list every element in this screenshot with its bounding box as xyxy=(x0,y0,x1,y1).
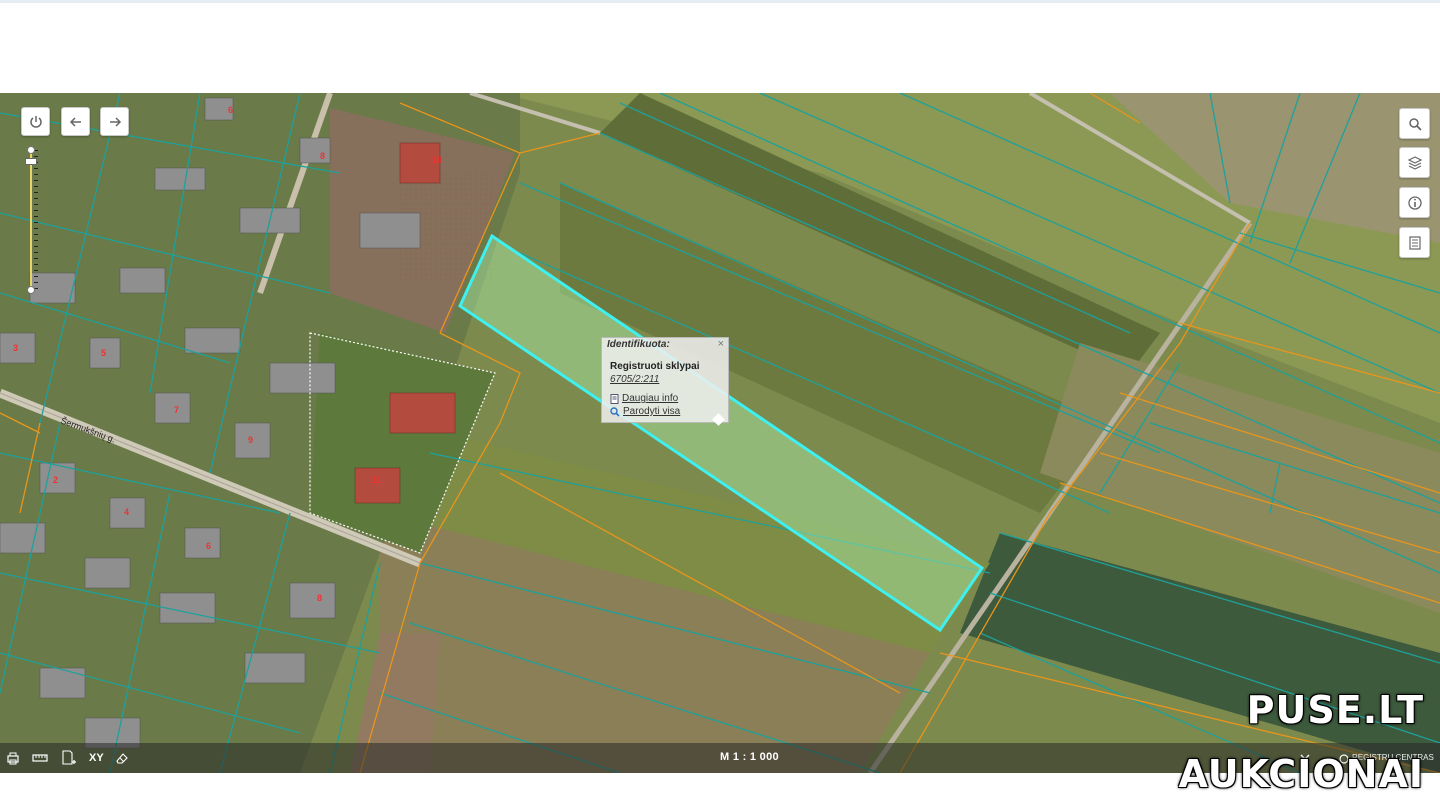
eraser-icon xyxy=(116,753,128,764)
house-number: 5 xyxy=(101,348,106,358)
zoom-handle[interactable] xyxy=(25,158,37,165)
more-info-link[interactable]: Daugiau info xyxy=(610,393,678,404)
house-number: 6 xyxy=(206,541,211,551)
house-number: 3 xyxy=(13,343,18,353)
list-icon xyxy=(1408,235,1421,250)
xy-button[interactable]: XY xyxy=(89,750,104,766)
forward-button[interactable] xyxy=(100,107,129,136)
top-strip xyxy=(0,0,1440,3)
popup-header: Identifikuota: xyxy=(607,339,670,350)
house-number: 8 xyxy=(320,151,325,161)
house-number: 10 xyxy=(432,155,442,165)
info-icon xyxy=(1407,195,1422,210)
house-number: 2 xyxy=(53,475,58,485)
house-number: 7 xyxy=(174,405,179,415)
house-number: 9 xyxy=(248,435,253,445)
power-button[interactable] xyxy=(21,107,50,136)
eraser-button[interactable] xyxy=(115,750,129,766)
scale-label: M 1 : 1 000 xyxy=(720,751,779,763)
layers-icon xyxy=(1407,155,1422,170)
arrow-right-icon xyxy=(109,116,121,127)
house-number: 6 xyxy=(228,105,233,115)
parcel-id-link[interactable]: 6705/2:211 xyxy=(610,374,659,385)
print-button[interactable] xyxy=(6,750,20,766)
document-icon xyxy=(610,393,619,404)
show-all-label: Parodyti visa xyxy=(623,406,681,417)
zoom-ticks xyxy=(34,150,38,290)
watermark-line2: AUKCIONAI xyxy=(1178,752,1424,796)
popup-layer-title: Registruoti sklypai xyxy=(610,361,700,372)
power-icon xyxy=(29,115,42,128)
measure-button[interactable] xyxy=(32,750,48,766)
house-number: 8 xyxy=(317,593,322,603)
map-viewport[interactable]: Šermukšnių g. 6 8 10 3 5 7 9 2 4 6 8 11 xyxy=(0,93,1440,773)
search-button[interactable] xyxy=(1399,108,1430,139)
identify-popup: Identifikuota: × Registruoti sklypai 670… xyxy=(601,337,729,426)
map-imagery: Šermukšnių g. 6 8 10 3 5 7 9 2 4 6 8 11 xyxy=(0,93,1440,773)
info-button[interactable] xyxy=(1399,187,1430,218)
show-all-link[interactable]: Parodyti visa xyxy=(610,406,680,417)
zoom-in-knob[interactable] xyxy=(27,146,35,154)
house-number: 11 xyxy=(372,475,382,485)
popup-close-button[interactable]: × xyxy=(718,338,724,350)
ruler-icon xyxy=(32,754,48,762)
zoom-track xyxy=(30,150,32,290)
zoom-slider[interactable] xyxy=(25,146,38,294)
back-button[interactable] xyxy=(61,107,90,136)
list-button[interactable] xyxy=(1399,227,1430,258)
arrow-left-icon xyxy=(69,116,81,127)
print-icon xyxy=(7,752,19,765)
add-document-icon xyxy=(62,750,76,765)
more-info-label: Daugiau info xyxy=(622,393,679,404)
house-number: 4 xyxy=(124,507,129,517)
watermark-line1: PUSE.LT xyxy=(1246,688,1424,732)
search-icon xyxy=(1408,117,1422,131)
layers-button[interactable] xyxy=(1399,147,1430,178)
add-document-button[interactable] xyxy=(61,750,77,766)
zoom-out-knob[interactable] xyxy=(27,286,35,294)
magnifier-icon xyxy=(610,406,620,417)
